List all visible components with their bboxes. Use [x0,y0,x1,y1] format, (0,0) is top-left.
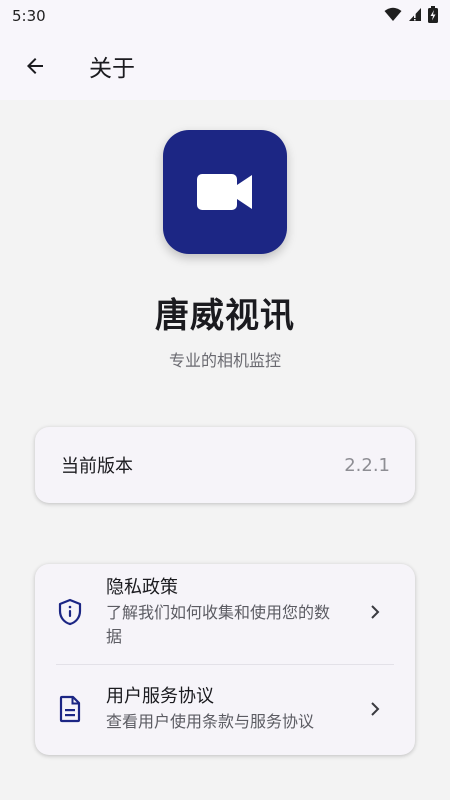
privacy-policy-subtitle: 了解我们如何收集和使用您的数据 [106,602,331,646]
privacy-policy-text: 隐私政策 了解我们如何收集和使用您的数据 [106,575,344,649]
document-icon [56,695,84,723]
version-value: 2.2.1 [344,454,390,476]
version-card: 当前版本 2.2.1 [35,427,415,503]
version-label: 当前版本 [61,456,133,477]
status-time: 5:30 [12,7,46,25]
user-agreement-text: 用户服务协议 查看用户使用条款与服务协议 [106,684,344,734]
user-agreement-subtitle: 查看用户使用条款与服务协议 [106,711,315,731]
privacy-policy-item[interactable]: 隐私政策 了解我们如何收集和使用您的数据 [35,564,415,659]
page-title: 关于 [89,56,135,82]
arrow-back-icon [27,58,43,74]
signal-icon [408,7,422,26]
privacy-policy-title: 隐私政策 [106,576,178,598]
battery-icon [428,5,438,27]
status-bar: 5:30 [0,0,450,32]
videocam-icon [197,174,252,210]
user-agreement-title: 用户服务协议 [106,685,214,707]
status-icons [384,5,438,27]
links-card: 隐私政策 了解我们如何收集和使用您的数据 用户服务协议 查看用户使用条款与服务协… [35,564,415,755]
app-bar: 关于 [0,32,450,100]
wifi-icon [384,7,402,26]
app-description: 专业的相机监控 [168,351,281,370]
back-button[interactable] [9,40,61,92]
chevron-right-icon [363,697,387,721]
shield-info-icon [56,598,84,626]
user-agreement-item[interactable]: 用户服务协议 查看用户使用条款与服务协议 [35,662,415,755]
app-name: 唐威视讯 [155,296,295,336]
app-logo [163,130,287,254]
chevron-right-icon [363,600,387,624]
